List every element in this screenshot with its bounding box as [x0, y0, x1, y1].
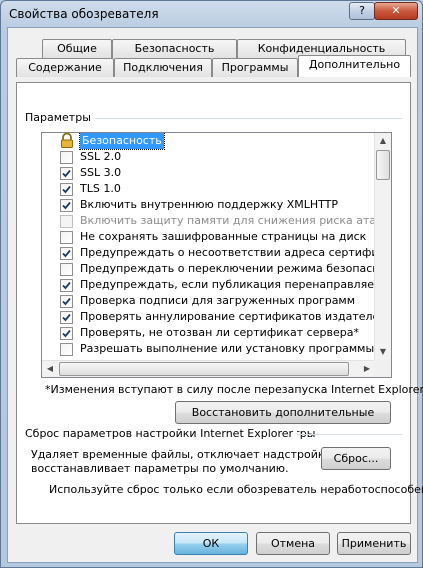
checkmark-icon [62, 169, 71, 178]
checkbox[interactable] [60, 343, 73, 356]
checkmark-icon [62, 313, 71, 322]
setting-label: Не сохранять зашифрованные страницы на д… [80, 230, 367, 243]
checkbox-checked[interactable] [60, 183, 73, 196]
settings-group-label: Параметры [25, 111, 95, 124]
setting-row[interactable]: Включить внутреннюю поддержку XMLHTTP [42, 197, 376, 213]
settings-list[interactable]: Безопасность SSL 2.0 SSL 3.0 TLS 1.0 Включи… [41, 132, 392, 378]
tab-security[interactable]: Безопасность [112, 39, 237, 58]
setting-label: Проверять, не отозван ли сертификат серв… [80, 326, 359, 339]
restart-note: *Изменения вступают в силу после перезап… [45, 383, 423, 396]
checkbox[interactable] [60, 263, 73, 276]
reset-description-line1: Удаляет временные файлы, отключает надст… [31, 448, 336, 461]
vertical-scroll-thumb[interactable] [376, 150, 390, 180]
checkbox-checked[interactable] [60, 199, 73, 212]
checkmark-icon [62, 297, 71, 306]
checkbox-checked[interactable] [60, 327, 73, 340]
dialog-window: Свойства обозревателя ? ✕ Общие Безопасн… [0, 0, 423, 568]
tab-programs[interactable]: Программы [212, 58, 298, 77]
setting-label: Предупреждать, если публикация перенапра… [80, 278, 392, 291]
setting-row[interactable]: Проверка подписи для загруженных програм… [42, 293, 376, 309]
setting-label: TLS 1.0 [80, 182, 121, 195]
checkbox[interactable] [60, 151, 73, 164]
checkmark-icon [62, 185, 71, 194]
setting-row[interactable]: Предупреждать, если публикация перенапра… [42, 277, 391, 293]
scroll-corner [374, 360, 391, 377]
checkmark-icon [62, 201, 71, 210]
reset-warning: Используйте сброс только если обозревате… [49, 483, 423, 496]
setting-row[interactable]: Предупреждать о несоответствии адреса се… [42, 245, 391, 261]
setting-row[interactable]: Предупреждать о переключении режима безо… [42, 261, 391, 277]
close-button[interactable]: ✕ [374, 2, 418, 20]
advanced-panel: Параметры Безопасность SSL 2.0 SSL 3.0 TLS… [16, 82, 423, 524]
tab-content[interactable]: Содержание [16, 58, 114, 77]
reset-description-line2: восстанавливает параметры по умолчанию. [31, 462, 289, 475]
scroll-down-arrow-icon[interactable]: ▼ [375, 344, 391, 360]
checkbox-checked[interactable] [60, 279, 73, 292]
checkbox-checked[interactable] [60, 167, 73, 180]
checkbox-checked[interactable] [60, 311, 73, 324]
tab-advanced[interactable]: Дополнительно [298, 55, 411, 77]
setting-label: SSL 2.0 [80, 150, 122, 163]
setting-label: Проверять аннулирование сертификатов изд… [80, 310, 387, 323]
scroll-left-arrow-icon[interactable]: ◀ [42, 361, 58, 377]
setting-row[interactable]: Проверять аннулирование сертификатов изд… [42, 309, 386, 325]
checkmark-icon [62, 249, 71, 258]
horizontal-scroll-thumb[interactable] [59, 362, 349, 376]
help-button[interactable]: ? [349, 2, 375, 20]
lock-icon [61, 133, 73, 148]
checkbox[interactable] [60, 231, 73, 244]
setting-label: Предупреждать о переключении режима безо… [80, 262, 392, 275]
reset-button[interactable]: Сброс... [321, 447, 391, 470]
apply-button[interactable]: Применить [337, 532, 411, 555]
checkbox-checked[interactable] [60, 247, 73, 260]
cancel-button[interactable]: Отмена [256, 532, 330, 555]
setting-label: Разрешать выполнение или установку прогр… [80, 342, 392, 355]
scroll-right-arrow-icon[interactable]: ▶ [359, 361, 375, 377]
setting-row[interactable]: Проверять, не отозван ли сертификат серв… [42, 325, 376, 341]
setting-label: SSL 3.0 [80, 166, 122, 179]
restore-advanced-button[interactable]: Восстановить дополнительные параметры [175, 401, 391, 440]
category-label: Безопасность [79, 133, 165, 150]
setting-row[interactable]: Разрешать выполнение или установку прогр… [42, 341, 391, 357]
setting-row[interactable]: SSL 2.0 [42, 149, 376, 165]
dialog-client: Общие Безопасность Конфиденциальность Со… [7, 27, 423, 563]
horizontal-scrollbar[interactable]: ◀ ▶ [42, 360, 376, 377]
ok-button[interactable]: ОК [174, 532, 248, 555]
setting-row[interactable]: TLS 1.0 [42, 181, 376, 197]
tab-general[interactable]: Общие [42, 39, 112, 58]
checkbox-checked[interactable] [60, 295, 73, 308]
setting-label: Проверка подписи для загруженных програм… [80, 294, 356, 307]
window-title: Свойства обозревателя [9, 7, 159, 21]
tab-connections[interactable]: Подключения [114, 58, 212, 77]
checkbox [60, 215, 73, 228]
setting-label: Предупреждать о несоответствии адреса се… [80, 246, 392, 259]
reset-group-label: Сброс параметров настройки Internet Expl… [25, 427, 298, 440]
setting-row[interactable]: Не сохранять зашифрованные страницы на д… [42, 229, 376, 245]
scroll-up-arrow-icon[interactable]: ▲ [375, 133, 391, 149]
setting-row[interactable]: Включить защиту памяти для снижения риск… [42, 213, 391, 229]
setting-row[interactable]: SSL 3.0 [42, 165, 376, 181]
checkmark-icon [62, 281, 71, 290]
setting-label: Включить защиту памяти для снижения риск… [80, 214, 392, 227]
setting-label: Включить внутреннюю поддержку XMLHTTP [80, 198, 339, 211]
vertical-scrollbar[interactable]: ▲ ▼ [374, 133, 391, 377]
checkmark-icon [62, 329, 71, 338]
